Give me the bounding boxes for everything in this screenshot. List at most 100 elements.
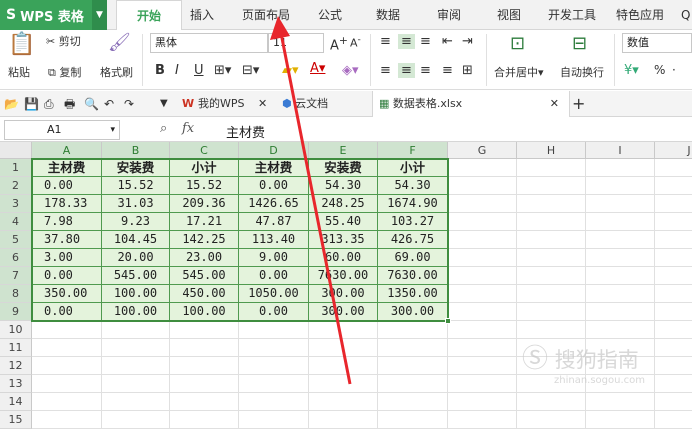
empty-cell[interactable] (378, 375, 448, 393)
merge-center-icon[interactable]: ⊡ (510, 33, 525, 54)
align-right-icon[interactable]: ≡ (420, 63, 431, 78)
empty-cell[interactable] (517, 177, 586, 195)
empty-cell[interactable] (309, 375, 378, 393)
empty-cell[interactable] (517, 159, 586, 177)
table-cell[interactable]: 0.00 (239, 177, 309, 195)
empty-cell[interactable] (239, 321, 309, 339)
empty-cell[interactable] (32, 375, 102, 393)
empty-cell[interactable] (586, 267, 655, 285)
underline-button[interactable]: U (194, 63, 204, 78)
empty-cell[interactable] (448, 159, 517, 177)
format-painter-icon[interactable]: 🖌 (108, 32, 131, 53)
row-header-7[interactable]: 7 (0, 267, 32, 285)
empty-cell[interactable] (378, 411, 448, 429)
empty-cell[interactable] (32, 321, 102, 339)
table-cell[interactable]: 113.40 (239, 231, 309, 249)
empty-cell[interactable] (586, 285, 655, 303)
close-icon[interactable]: ✕ (550, 91, 559, 117)
print-icon[interactable]: 🖶 (64, 91, 75, 117)
empty-cell[interactable] (102, 375, 170, 393)
empty-cell[interactable] (448, 267, 517, 285)
empty-cell[interactable] (448, 321, 517, 339)
table-cell[interactable]: 0.00 (32, 303, 102, 321)
table-cell[interactable]: 209.36 (170, 195, 239, 213)
empty-cell[interactable] (517, 285, 586, 303)
empty-cell[interactable] (102, 357, 170, 375)
header-cell[interactable]: 主材费 (239, 159, 309, 177)
empty-cell[interactable] (655, 249, 692, 267)
table-cell[interactable]: 104.45 (102, 231, 170, 249)
table-cell[interactable]: 20.00 (102, 249, 170, 267)
column-header-e[interactable]: E (309, 142, 378, 159)
folder-icon[interactable]: 📂 (4, 91, 19, 117)
empty-cell[interactable] (586, 177, 655, 195)
empty-cell[interactable] (378, 321, 448, 339)
empty-cell[interactable] (655, 267, 692, 285)
align-bottom-icon[interactable]: ≡ (420, 34, 431, 49)
table-cell[interactable]: 103.27 (378, 213, 448, 231)
table-cell[interactable]: 545.00 (102, 267, 170, 285)
tab-special[interactable]: 特色应用 (616, 0, 664, 30)
print-preview-icon[interactable]: 🔍 (84, 91, 99, 117)
align-middle-icon[interactable]: ≡ (398, 34, 415, 49)
number-format-select[interactable]: 数值 (622, 33, 692, 53)
empty-cell[interactable] (102, 321, 170, 339)
table-cell[interactable]: 3.00 (32, 249, 102, 267)
doc-tab-mywps[interactable]: W 我的WPS ✕ (182, 91, 267, 117)
cut-button[interactable]: ✂ 剪切 (46, 33, 81, 49)
table-cell[interactable]: 313.35 (309, 231, 378, 249)
row-header-2[interactable]: 2 (0, 177, 32, 195)
empty-cell[interactable] (32, 339, 102, 357)
name-box[interactable]: A1 ▾ (4, 120, 120, 140)
table-cell[interactable]: 1350.00 (378, 285, 448, 303)
row-header-10[interactable]: 10 (0, 321, 32, 339)
align-left-icon[interactable]: ≡ (380, 63, 391, 78)
table-cell[interactable]: 545.00 (170, 267, 239, 285)
font-color-button[interactable]: A▾ (310, 61, 325, 76)
empty-cell[interactable] (170, 375, 239, 393)
table-cell[interactable]: 54.30 (309, 177, 378, 195)
empty-cell[interactable] (309, 357, 378, 375)
table-cell[interactable]: 31.03 (102, 195, 170, 213)
empty-cell[interactable] (517, 267, 586, 285)
empty-cell[interactable] (102, 339, 170, 357)
empty-cell[interactable] (586, 159, 655, 177)
empty-cell[interactable] (239, 375, 309, 393)
empty-cell[interactable] (102, 393, 170, 411)
empty-cell[interactable] (32, 357, 102, 375)
empty-cell[interactable] (378, 357, 448, 375)
empty-cell[interactable] (239, 411, 309, 429)
font-name-select[interactable]: 黑体 (150, 33, 268, 53)
indent-decrease-icon[interactable]: ⇤ (442, 34, 453, 49)
font-size-select[interactable]: 11 (268, 33, 324, 53)
doc-tab-cloud[interactable]: ⬢ 云文档 (282, 91, 328, 117)
empty-cell[interactable] (586, 195, 655, 213)
tab-formula[interactable]: 公式 (318, 0, 342, 30)
empty-cell[interactable] (586, 231, 655, 249)
table-cell[interactable]: 9.23 (102, 213, 170, 231)
tab-data[interactable]: 数据 (376, 0, 400, 30)
new-tab-icon[interactable]: + (572, 91, 585, 117)
format-painter-button[interactable]: 格式刷 (100, 64, 133, 80)
row-header-13[interactable]: 13 (0, 375, 32, 393)
empty-cell[interactable] (448, 393, 517, 411)
row-header-14[interactable]: 14 (0, 393, 32, 411)
empty-cell[interactable] (309, 411, 378, 429)
tab-page-layout[interactable]: 页面布局 (242, 0, 290, 30)
percent-button[interactable]: % (654, 63, 665, 77)
tab-view[interactable]: 视图 (497, 0, 521, 30)
empty-cell[interactable] (517, 411, 586, 429)
save-icon[interactable]: 💾 (24, 91, 39, 117)
table-cell[interactable]: 300.00 (309, 303, 378, 321)
table-cell[interactable]: 426.75 (378, 231, 448, 249)
empty-cell[interactable] (517, 303, 586, 321)
export-pdf-icon[interactable]: ⎙ (44, 91, 54, 117)
row-header-11[interactable]: 11 (0, 339, 32, 357)
empty-cell[interactable] (655, 195, 692, 213)
empty-cell[interactable] (170, 411, 239, 429)
currency-icon[interactable]: ¥▾ (624, 63, 639, 78)
select-all-corner[interactable] (0, 142, 32, 159)
row-header-5[interactable]: 5 (0, 231, 32, 249)
table-cell[interactable]: 7630.00 (378, 267, 448, 285)
clear-format-icon[interactable]: ◈▾ (342, 63, 359, 78)
